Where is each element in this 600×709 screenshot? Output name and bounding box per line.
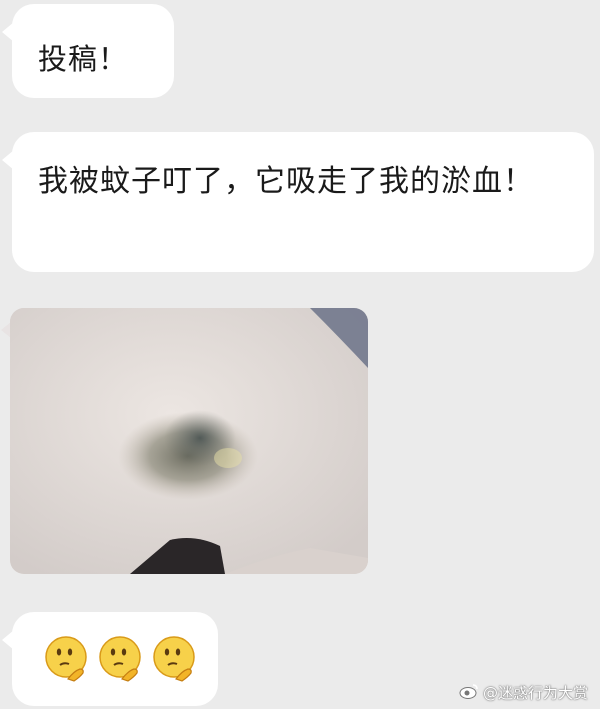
weibo-logo-icon [459, 683, 479, 703]
message-bubble-2: 我被蚊子叮了，它吸走了我的淤血！ [2, 132, 594, 272]
image-message[interactable] [1, 308, 368, 574]
message-bubble-1: 投稿！ [2, 4, 174, 98]
bruise-photo[interactable] [10, 308, 368, 574]
thinking-face-icon [98, 635, 142, 683]
message-bubble-emoji [2, 612, 218, 706]
watermark-text: @迷惑行为大赏 [482, 684, 588, 702]
photo-content [10, 308, 368, 574]
thinking-face-icon [44, 635, 88, 683]
thinking-face-icon [152, 635, 196, 683]
message-text: 投稿！ [38, 42, 129, 76]
message-text: 我被蚊子叮了，它吸走了我的淤血！ [38, 164, 534, 199]
watermark: @迷惑行为大赏 [459, 682, 588, 703]
